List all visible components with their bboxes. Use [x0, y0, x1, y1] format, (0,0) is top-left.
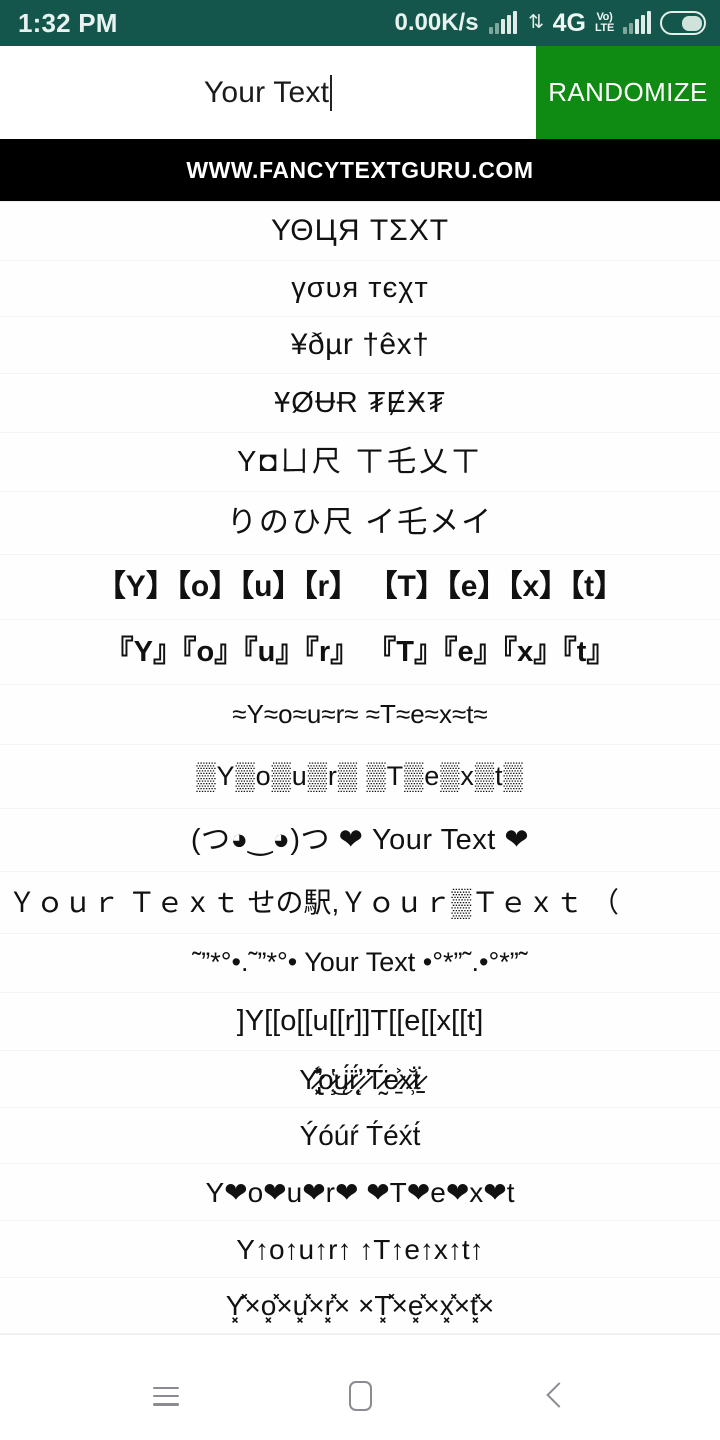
fancy-text-value: Y̷̢̛͓͔̾̽o̷̧̔͜ų̷̈́r̷̨̛͎̈́ ̷̛T̷̰̈́e̷̱͐x̷̹̆… [299, 1063, 421, 1095]
fancy-text-value: ≈Y≈o≈u≈r≈ ≈T≈e≈x≈t≈ [232, 699, 488, 730]
list-item[interactable]: Ｙｏｕｒ Ｔｅｘｔ せの駅,Ｙｏｕｒ▒Ｔｅｘｔ （ [0, 872, 720, 934]
list-item[interactable]: Y̷̢̛͓͔̾̽o̷̧̔͜ų̷̈́r̷̨̛͎̈́ ̷̛T̷̰̈́e̷̱͐x̷̹̆… [0, 1051, 720, 1108]
fancy-text-value: ¥ðµr †êx† [290, 328, 430, 362]
list-item[interactable]: Y◘ㄩ尺 ㄒ乇乂ㄒ [0, 433, 720, 492]
list-item[interactable]: Y❤o❤u❤r❤ ❤T❤e❤x❤t [0, 1164, 720, 1221]
fancy-text-value: Y͓̽×o͓̽×u͓̽×r͓̽× ×T͓̽×e͓̽×x͓̽×t͓̽× [225, 1290, 495, 1321]
fancy-text-value: 【Y】【o】【u】【r】 【T】【e】【x】【t】 [95, 570, 625, 604]
chevron-left-icon [544, 1382, 564, 1410]
signal-bars-icon [488, 11, 517, 34]
signal-bars-icon [623, 11, 651, 34]
volte-icon: Vo) LTE [595, 12, 614, 34]
list-item[interactable]: (つ◕‿◕)つ ❤ Your Text ❤ [0, 809, 720, 872]
fancy-text-value: ▒Y▒o▒u▒r▒ ▒T▒e▒x▒t▒ [196, 760, 524, 791]
status-bar: 1:32 PM 0.00K/s ⇅ 4G Vo) LTE [0, 0, 720, 46]
app-screen: 1:32 PM 0.00K/s ⇅ 4G Vo) LTE Your Text R… [0, 0, 720, 1440]
list-item[interactable]: ˜”*°•.˜”*°• Your Text •°*”˜.•°*”˜ [0, 934, 720, 993]
data-transfer-icon: ⇅ [528, 12, 544, 33]
data-speed-text: 0.00K/s [394, 9, 479, 36]
fancy-text-value: りのひ尺 イ乇メイ [226, 506, 494, 540]
search-input-value: Your Text [203, 75, 330, 109]
network-type-label: 4G [552, 8, 586, 37]
fancy-text-value: ΥΘЦЯ ΤΣΧΤ [270, 214, 450, 248]
list-item[interactable]: ]Y[[o[[u[[r]]T[[e[[x[[t] [0, 993, 720, 1051]
randomize-button[interactable]: RANDOMIZE [536, 46, 720, 139]
list-item[interactable]: Y↑o↑u↑r↑ ↑T↑e↑x↑t↑ [0, 1221, 720, 1278]
fancy-text-list[interactable]: ΥΘЦЯ ΤΣΧΤ γσυя тєχт ¥ðµr †êx† ҰØɄɌ ₮ɆӾ₮ … [0, 201, 720, 1352]
battery-icon [660, 11, 706, 35]
system-navigation-bar [0, 1352, 720, 1440]
fancy-text-value: (つ◕‿◕)つ ❤ Your Text ❤ [190, 823, 530, 856]
list-item[interactable]: Y͓̽×o͓̽×u͓̽×r͓̽× ×T͓̽×e͓̽×x͓̽×t͓̽× [0, 1278, 720, 1334]
list-item[interactable]: ¥ðµr †êx† [0, 317, 720, 374]
fancy-text-value: ˜”*°•.˜”*°• Your Text •°*”˜.•°*”˜ [192, 947, 528, 978]
list-item[interactable]: ▒Y▒o▒u▒r▒ ▒T▒e▒x▒t▒ [0, 745, 720, 809]
fancy-text-value: γσυя тєχт [291, 272, 429, 305]
nav-home-button[interactable] [330, 1366, 390, 1426]
fancy-text-value: ҰØɄɌ ₮ɆӾ₮ [274, 386, 446, 419]
fancy-text-value: Ýóúŕ T́éx́t́ [299, 1120, 421, 1151]
input-bar: Your Text RANDOMIZE [0, 46, 720, 139]
list-item[interactable]: ҰØɄɌ ₮ɆӾ₮ [0, 374, 720, 433]
text-caret [330, 74, 333, 111]
list-item[interactable]: 【Y】【o】【u】【r】 【T】【e】【x】【t】 [0, 555, 720, 620]
home-icon [348, 1381, 372, 1411]
fancy-text-value: 『Y』『o』『u』『r』 『T』『e』『x』『t』 [104, 635, 616, 668]
status-icons-group: 0.00K/s ⇅ 4G Vo) LTE [394, 8, 706, 37]
list-item[interactable]: ΥΘЦЯ ΤΣΧΤ [0, 202, 720, 261]
volte-bottom-text: LTE [594, 22, 614, 34]
list-bottom-space [0, 1334, 720, 1352]
list-item[interactable]: りのひ尺 イ乇メイ [0, 492, 720, 555]
search-input[interactable]: Your Text [0, 46, 536, 139]
status-clock: 1:32 PM [18, 8, 118, 38]
menu-icon [153, 1386, 179, 1406]
nav-menu-button[interactable] [136, 1366, 196, 1426]
fancy-text-value: Y❤o❤u❤r❤ ❤T❤e❤x❤t [205, 1176, 515, 1208]
list-item[interactable]: Ýóúŕ T́éx́t́ [0, 1108, 720, 1164]
fancy-text-value: Ｙｏｕｒ Ｔｅｘｔ せの駅,Ｙｏｕｒ▒Ｔｅｘｔ （ [8, 887, 619, 918]
nav-back-button[interactable] [524, 1366, 584, 1426]
list-item[interactable]: 『Y』『o』『u』『r』 『T』『e』『x』『t』 [0, 620, 720, 685]
list-item[interactable]: γσυя тєχт [0, 261, 720, 317]
list-item[interactable]: ≈Y≈o≈u≈r≈ ≈T≈e≈x≈t≈ [0, 685, 720, 745]
fancy-text-value: Y↑o↑u↑r↑ ↑T↑e↑x↑t↑ [236, 1233, 484, 1265]
site-banner[interactable]: WWW.FANCYTEXTGURU.COM [0, 139, 720, 201]
fancy-text-value: Y◘ㄩ尺 ㄒ乇乂ㄒ [237, 445, 483, 478]
fancy-text-value: ]Y[[o[[u[[r]]T[[e[[x[[t] [236, 1005, 484, 1038]
